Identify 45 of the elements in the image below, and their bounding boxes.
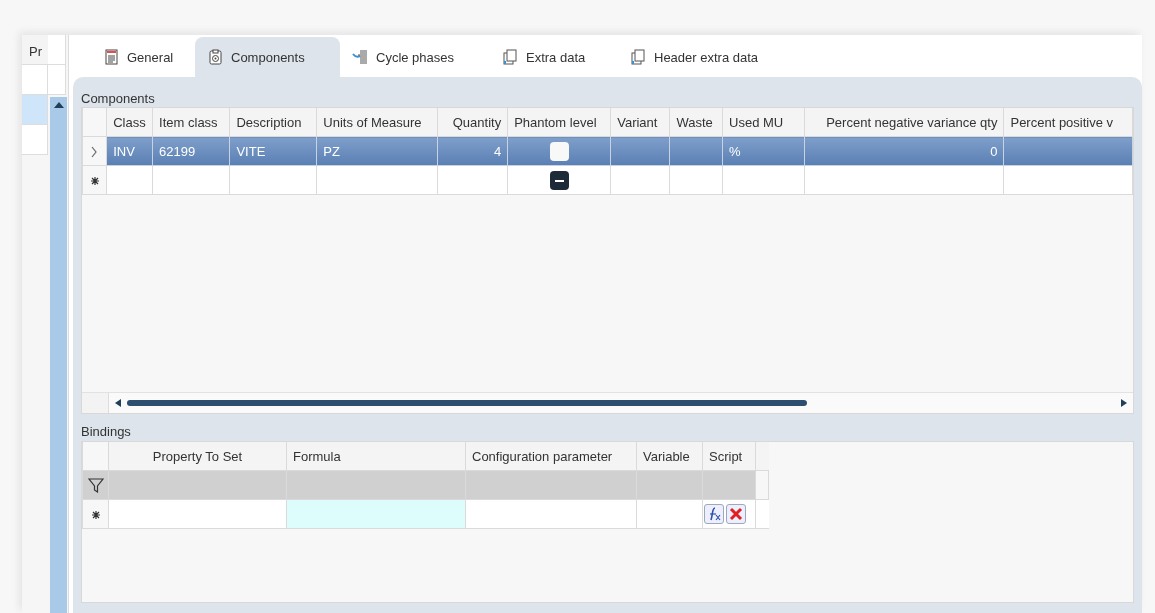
column-header[interactable]: Percent negative variance qty <box>804 108 1004 137</box>
arrow-right-icon[interactable] <box>1121 399 1127 407</box>
column-header[interactable]: Waste <box>669 108 723 137</box>
checkbox[interactable] <box>549 170 569 190</box>
column-header[interactable]: Variant <box>610 108 670 137</box>
section-title: Components <box>81 90 155 107</box>
pages-icon <box>630 49 646 65</box>
column-header[interactable]: Formula <box>286 442 466 471</box>
arrow-up-icon[interactable] <box>53 101 65 109</box>
table-cell: PZ <box>316 136 438 166</box>
input-field[interactable] <box>286 499 466 529</box>
filter-icon[interactable] <box>87 478 104 494</box>
delete-button[interactable] <box>726 504 746 524</box>
formula-button[interactable] <box>704 504 724 524</box>
column-header[interactable]: Description <box>229 108 317 137</box>
chevron-right-icon <box>91 146 99 159</box>
asterisk-icon <box>90 177 99 186</box>
checkbox[interactable] <box>549 141 569 161</box>
column-header[interactable]: Configuration parameter <box>465 442 637 471</box>
table-cell: 62199 <box>152 136 230 166</box>
table-cell: % <box>722 136 805 166</box>
section-title: Bindings <box>81 423 131 441</box>
column-header[interactable]: Used MU <box>722 108 805 137</box>
column-header[interactable]: Class <box>106 108 153 137</box>
pages-icon <box>502 49 518 65</box>
clipboard-icon <box>207 49 223 65</box>
x-icon <box>728 506 744 522</box>
table-cell <box>48 65 66 95</box>
arrow-left-icon[interactable] <box>115 399 121 407</box>
column-header[interactable]: Phantom level <box>507 108 611 137</box>
asterisk-icon <box>91 511 100 520</box>
table-cell: 4 <box>437 136 508 166</box>
horizontal-scrollbar[interactable] <box>82 392 1133 413</box>
column-header[interactable]: Item class <box>152 108 230 137</box>
table-cell: VITE <box>229 136 317 166</box>
column-header[interactable]: Quantity <box>437 108 508 137</box>
table-cell: 0 <box>804 136 1004 166</box>
document-icon <box>103 49 119 65</box>
column-header[interactable]: Property To Set <box>108 442 287 471</box>
tab[interactable]: Components <box>195 37 340 77</box>
column-header[interactable]: Units of Measure <box>316 108 438 137</box>
list-icon <box>352 49 368 65</box>
column-header[interactable]: Script <box>702 442 756 471</box>
column-header[interactable]: Variable <box>636 442 703 471</box>
column-header[interactable]: Percent positive v <box>1003 108 1133 137</box>
